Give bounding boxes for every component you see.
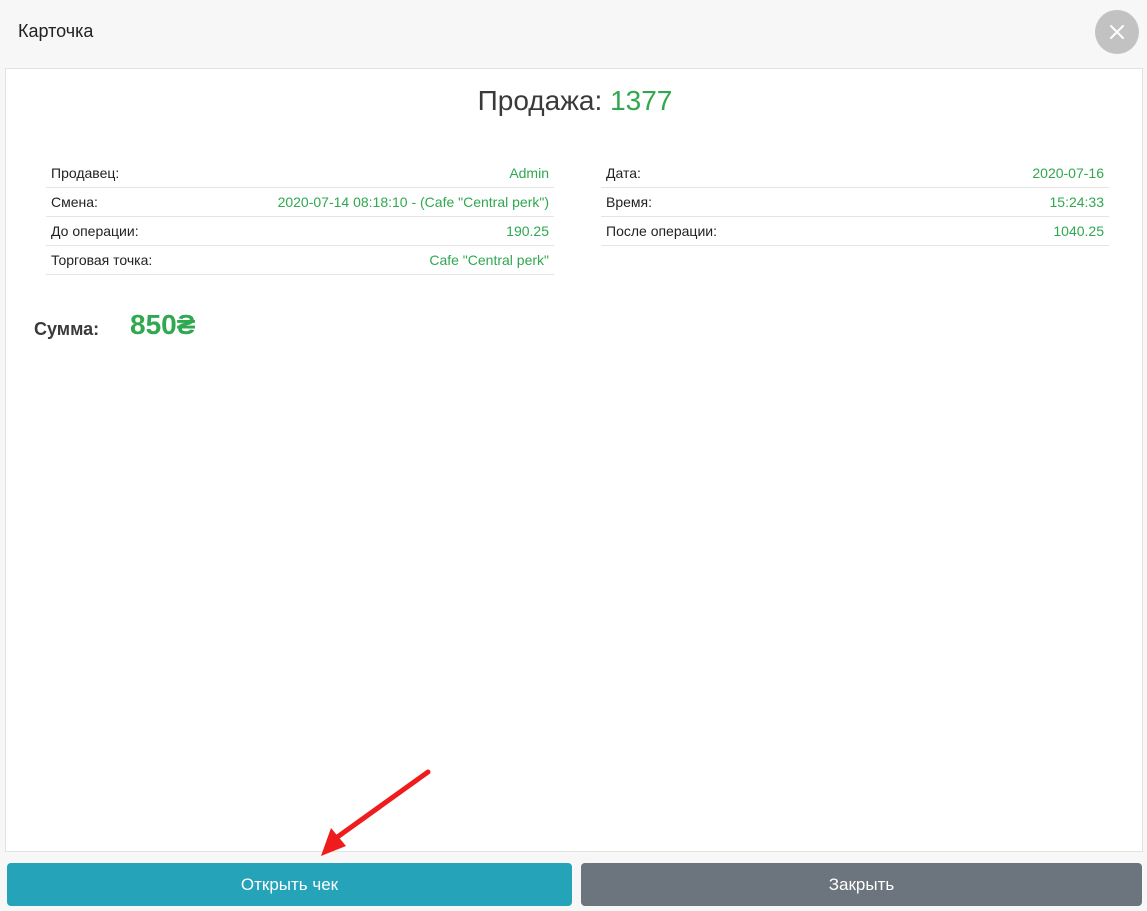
modal-header: Карточка bbox=[0, 0, 1147, 66]
close-icon bbox=[1110, 25, 1124, 39]
info-value: Cafe "Central perk" bbox=[189, 245, 554, 275]
info-row-after-operation: После операции: 1040.25 bbox=[601, 216, 1109, 246]
info-row-date: Дата: 2020-07-16 bbox=[601, 159, 1109, 188]
modal-title: Карточка bbox=[18, 21, 94, 41]
sale-title: Продажа: 1377 bbox=[6, 85, 1144, 117]
info-row-seller: Продавец: Admin bbox=[46, 159, 554, 188]
sum-value: 850₴ bbox=[130, 309, 196, 340]
sale-title-label: Продажа: bbox=[477, 85, 603, 116]
sum-label: Сумма: bbox=[34, 319, 100, 339]
sale-info-right-table: Дата: 2020-07-16 Время: 15:24:33 После о… bbox=[601, 159, 1109, 246]
info-value: 2020-07-14 08:18:10 - (Cafe "Central per… bbox=[189, 187, 554, 217]
info-label: После операции: bbox=[601, 216, 905, 246]
info-label: Торговая точка: bbox=[46, 245, 190, 275]
info-row-time: Время: 15:24:33 bbox=[601, 187, 1109, 217]
close-button[interactable] bbox=[1095, 10, 1139, 54]
open-receipt-button[interactable]: Открыть чек bbox=[7, 863, 572, 906]
sale-card: Продажа: 1377 Продавец: Admin Смена: 202… bbox=[5, 68, 1143, 852]
info-label: До операции: bbox=[46, 216, 190, 246]
info-row-before-operation: До операции: 190.25 bbox=[46, 216, 554, 246]
info-row-shift: Смена: 2020-07-14 08:18:10 - (Cafe "Cent… bbox=[46, 187, 554, 217]
sale-number: 1377 bbox=[610, 85, 673, 116]
info-value: 15:24:33 bbox=[904, 187, 1109, 217]
info-value: 190.25 bbox=[189, 216, 554, 246]
info-row-point-of-sale: Торговая точка: Cafe "Central perk" bbox=[46, 245, 554, 275]
info-label: Дата: bbox=[601, 159, 905, 188]
info-value: 1040.25 bbox=[904, 216, 1109, 246]
info-value: 2020-07-16 bbox=[904, 159, 1109, 188]
sale-info-left-table: Продавец: Admin Смена: 2020-07-14 08:18:… bbox=[46, 159, 554, 275]
info-label: Смена: bbox=[46, 187, 190, 217]
info-label: Продавец: bbox=[46, 159, 190, 188]
close-modal-button[interactable]: Закрыть bbox=[581, 863, 1142, 906]
info-value: Admin bbox=[189, 159, 554, 188]
info-label: Время: bbox=[601, 187, 905, 217]
